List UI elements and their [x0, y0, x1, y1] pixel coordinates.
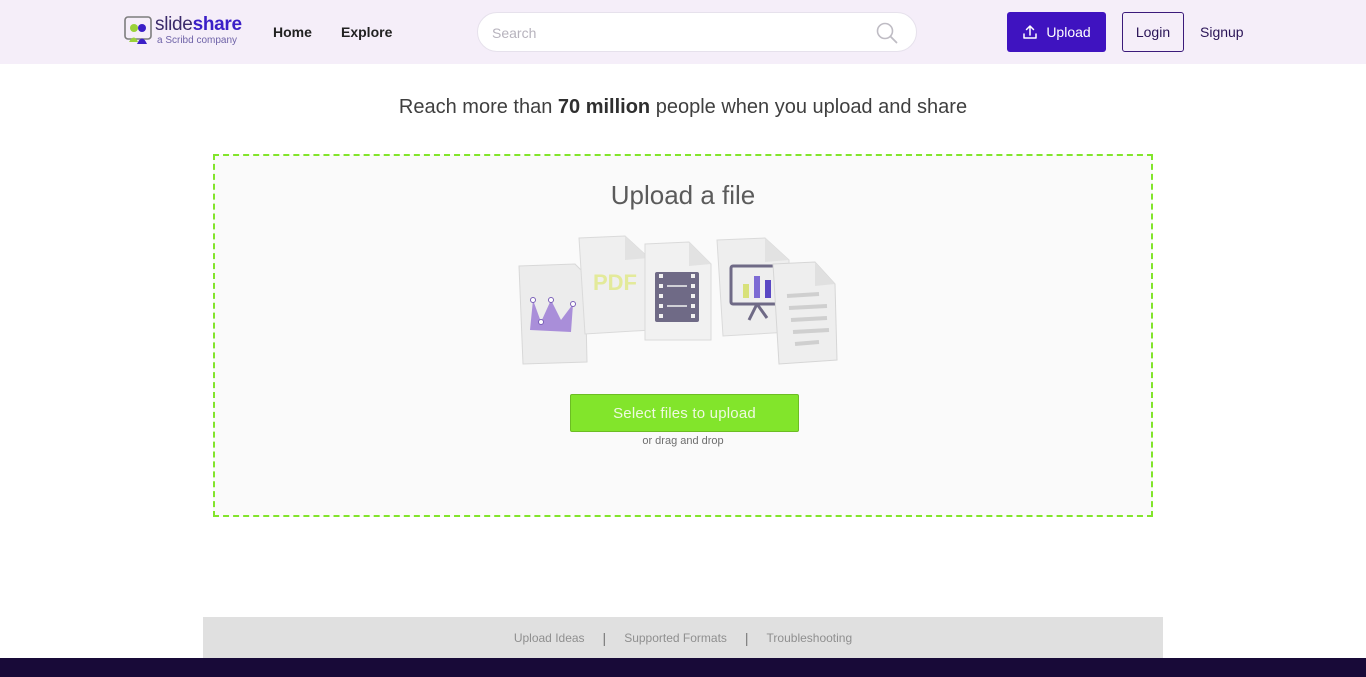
- search-bar: [477, 12, 917, 52]
- document-file-icon: [772, 261, 838, 365]
- drag-drop-hint: or drag and drop: [642, 435, 724, 447]
- headline-highlight: 70 million: [557, 96, 651, 118]
- top-navbar: slideshare a Scribd company Home Explore…: [0, 0, 1366, 64]
- nav-explore[interactable]: Explore: [341, 24, 392, 40]
- upload-icon: [1023, 25, 1038, 39]
- page-footer: [0, 658, 1366, 677]
- signup-link[interactable]: Signup: [1200, 24, 1244, 40]
- upload-title: Upload a file: [610, 180, 756, 210]
- separator: |: [602, 629, 607, 646]
- search-button[interactable]: [876, 22, 898, 44]
- upload-button-label: Upload: [1046, 24, 1091, 40]
- logo-icon: [124, 16, 152, 44]
- login-button[interactable]: Login: [1122, 12, 1184, 52]
- troubleshooting-link[interactable]: Troubleshooting: [767, 631, 853, 645]
- upload-ideas-link[interactable]: Upload Ideas: [514, 631, 585, 645]
- pdf-label: PDF: [593, 270, 637, 295]
- video-file-icon: [644, 241, 712, 341]
- logo-wordmark: slideshare: [155, 14, 242, 35]
- select-files-button[interactable]: Select files to upload: [570, 394, 799, 432]
- pdf-file-icon: PDF: [578, 235, 652, 335]
- nav-home[interactable]: Home: [273, 24, 312, 40]
- separator: |: [744, 629, 749, 646]
- slideshare-logo[interactable]: slideshare a Scribd company: [124, 14, 244, 48]
- upload-dropzone[interactable]: Upload a file PDF Select files to upload…: [213, 154, 1153, 517]
- chart-file-icon: [518, 263, 588, 365]
- search-icon: [876, 22, 898, 44]
- supported-formats-link[interactable]: Supported Formats: [624, 631, 727, 645]
- search-input[interactable]: [492, 22, 862, 44]
- file-types-illustration: PDF: [518, 235, 838, 365]
- logo-tagline: a Scribd company: [157, 35, 238, 46]
- page-headline: Reach more than 70 million people when y…: [398, 96, 968, 118]
- upload-button[interactable]: Upload: [1007, 12, 1106, 52]
- help-links-bar: Upload Ideas | Supported Formats | Troub…: [203, 617, 1163, 658]
